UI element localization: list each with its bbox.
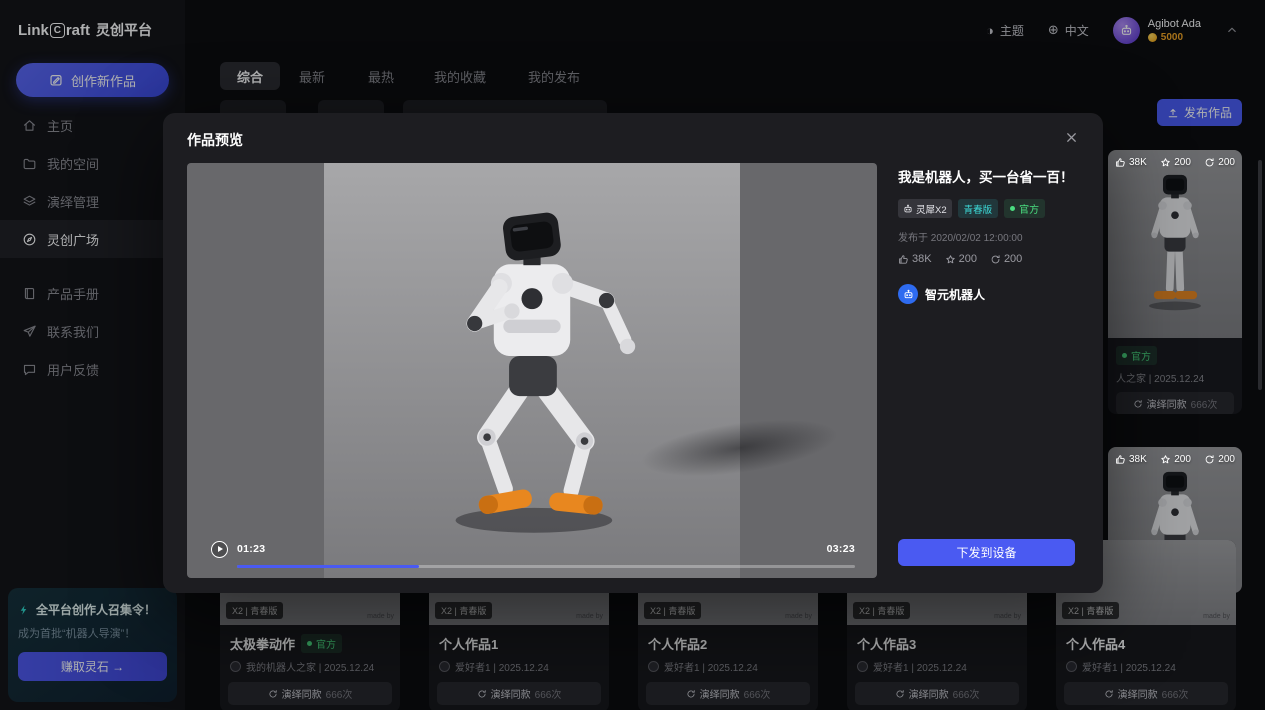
thumbs-up-icon [1115, 454, 1126, 465]
cycle-icon [1204, 454, 1215, 465]
work-preview-modal: 作品预览 01:23 03:23 我是机器人，买一台省一百！ 灵犀X2 [163, 113, 1103, 593]
play-button[interactable] [211, 541, 228, 558]
star-icon [945, 254, 956, 265]
author-row[interactable]: 智元机器人 [898, 284, 1075, 304]
work-info-panel: 我是机器人，买一台省一百！ 灵犀X2 青春版 官方 发布于 2020/02/02… [898, 163, 1075, 578]
author-name: 智元机器人 [925, 286, 985, 303]
plays-stat: 200 [990, 253, 1022, 265]
cycle-icon [990, 254, 1001, 265]
card-stats: 38K 200 200 [1115, 157, 1235, 168]
video-player[interactable]: 01:23 03:23 [187, 163, 877, 578]
star-icon [1160, 454, 1171, 465]
likes-stat: 38K [1115, 157, 1147, 168]
progress-bar[interactable] [237, 565, 855, 569]
send-to-device-button[interactable]: 下发到设备 [898, 539, 1075, 566]
total-time: 03:23 [827, 543, 855, 555]
edition-badge: 青春版 [958, 199, 999, 218]
star-icon [1160, 157, 1171, 168]
video-controls: 01:23 03:23 [211, 541, 855, 569]
thumbs-up-icon [898, 254, 909, 265]
thumbs-up-icon [1115, 157, 1126, 168]
stars-stat: 200 [1160, 454, 1191, 465]
badge-row: 灵犀X2 青春版 官方 [898, 199, 1075, 218]
stars-stat: 200 [945, 253, 977, 265]
publish-date: 发布于 2020/02/02 12:00:00 [898, 229, 1075, 244]
official-badge: 官方 [1004, 199, 1045, 218]
robot-video-image [384, 205, 680, 549]
likes-stat: 38K [898, 253, 932, 265]
card-stats: 38K 200 200 [1115, 454, 1235, 465]
robot-head-icon [903, 204, 913, 214]
play-icon [218, 546, 223, 552]
plays-stat: 200 [1204, 157, 1235, 168]
modal-title: 作品预览 [187, 130, 243, 150]
robot-head-icon [903, 289, 914, 300]
progress-fill [237, 565, 419, 569]
likes-stat: 38K [1115, 454, 1147, 465]
plays-stat: 200 [1204, 454, 1235, 465]
video-frame [324, 163, 740, 578]
close-icon[interactable] [1064, 130, 1079, 145]
work-title: 我是机器人，买一台省一百！ [898, 166, 1075, 186]
model-badge: 灵犀X2 [898, 199, 952, 218]
app-root: LinkCraft 灵创平台 创作新作品 主页 我的空间 演绎管理 灵创广场 产… [0, 0, 1265, 710]
work-stats: 38K 200 200 [898, 253, 1075, 265]
current-time: 01:23 [237, 543, 265, 555]
video-time-row: 01:23 03:23 [211, 541, 855, 558]
stars-stat: 200 [1160, 157, 1191, 168]
cycle-icon [1204, 157, 1215, 168]
author-avatar [898, 284, 918, 304]
green-dot-icon [1010, 206, 1015, 211]
